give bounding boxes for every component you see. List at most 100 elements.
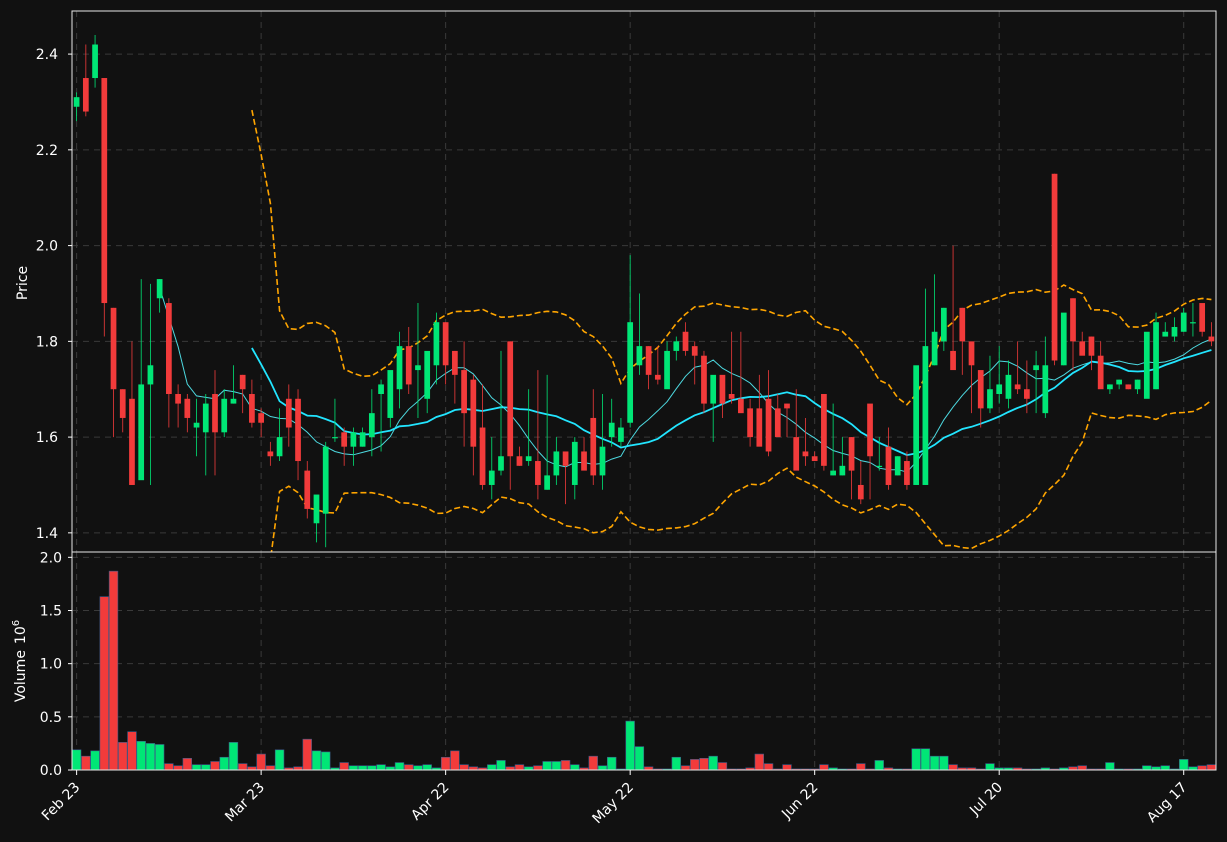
candle-body [664,350,670,390]
candle-body [147,365,154,385]
candle-body [101,78,108,304]
volume-bar [191,764,202,771]
volume-bar [985,763,995,771]
candle-body [295,398,301,462]
candle-body [553,451,560,476]
candle-body [544,475,550,490]
candle-body [765,398,772,452]
candle-body [691,346,698,356]
candle-body [728,394,735,399]
volume-bar [376,764,386,771]
candle-body [1153,322,1159,390]
candle-body [719,374,726,404]
candle-body [645,346,652,375]
candle-body [571,441,578,485]
candle-body [710,374,717,404]
candle-body [313,494,320,524]
candle-body [212,394,218,433]
candle-body [516,456,523,466]
volume-bar [1206,764,1217,771]
volume-bar [145,743,156,771]
volume-bar [690,759,700,771]
candle-body [968,341,975,366]
volume-bar [339,762,349,771]
volume-bar [671,756,681,771]
candle-body [590,417,597,476]
candle-body [987,389,993,409]
candle-body [276,437,283,457]
volume-bar [182,758,193,771]
candle-body [830,470,836,476]
volume-bar [256,753,266,771]
candle-body [1097,355,1104,390]
volume-bar [164,763,174,771]
candle-body [341,432,348,447]
volume-bar [542,761,552,771]
candlestick-chart: 1.4 1.6 1.8 2.0 2.2 2.4 Price 0.0 0.5 1.0 1.5 2.0… [0,0,1227,842]
volume-bar [422,764,432,771]
volume-axis-title: Volume 106 [11,620,29,702]
volume-bar [1142,765,1152,771]
candle-body [258,413,264,423]
candle-body [793,437,800,471]
candle-body [1125,384,1132,390]
candle-body [608,422,615,438]
volume-bar [560,760,571,771]
candle-body [110,307,117,390]
volume-bar [357,765,368,771]
candle-body [922,346,929,485]
volume-bar [911,748,921,771]
volume-bar [173,765,183,771]
candle-body [1024,389,1030,399]
candle-body [894,456,901,476]
candle-body [839,465,846,476]
volume-bar [210,761,220,771]
volume-bar [219,756,229,771]
volume-bar [1160,765,1170,771]
volume-bar [108,570,119,771]
candle-body [82,78,89,112]
volume-bar [856,763,866,771]
volume-bar [874,760,884,771]
volume-bar [1197,765,1207,771]
candle-body [811,456,818,462]
candle-body [525,456,532,462]
candle-body [747,408,753,438]
candle-body [415,365,421,371]
volume-bar [274,749,285,771]
candle-body [267,451,274,457]
candle-body [424,350,431,399]
candle-body [498,456,504,471]
volume-bar [1179,759,1189,771]
volume-bar [265,765,276,771]
volume-tick-label: 2.0 [40,550,62,566]
candle-body [535,461,541,485]
candle-body [285,398,292,428]
candle-body [470,379,477,447]
volume-bar [699,758,709,771]
candle-body [940,307,947,342]
candle-body [821,394,827,466]
candle-body [184,398,191,418]
volume-bar [782,764,792,771]
volume-axis-label: Volume [13,650,29,702]
price-tick-label: 2.2 [36,143,58,159]
candle-body [166,303,172,395]
candle-body [442,322,449,366]
candle-body [1051,173,1058,361]
candle-body [193,422,200,428]
volume-bar [450,750,460,771]
volume-bar [118,742,128,771]
candle-body [756,408,763,447]
candle-body [202,403,209,433]
candle-body [738,398,744,414]
candle-body [138,384,145,481]
volume-bar [394,762,405,771]
volume-bar [1105,762,1115,771]
price-tick-label: 1.4 [36,526,58,542]
volume-bar [348,765,359,771]
candle-body [904,461,910,485]
volume-bar [459,764,469,771]
candle-body [885,446,892,485]
candle-body [562,451,569,466]
